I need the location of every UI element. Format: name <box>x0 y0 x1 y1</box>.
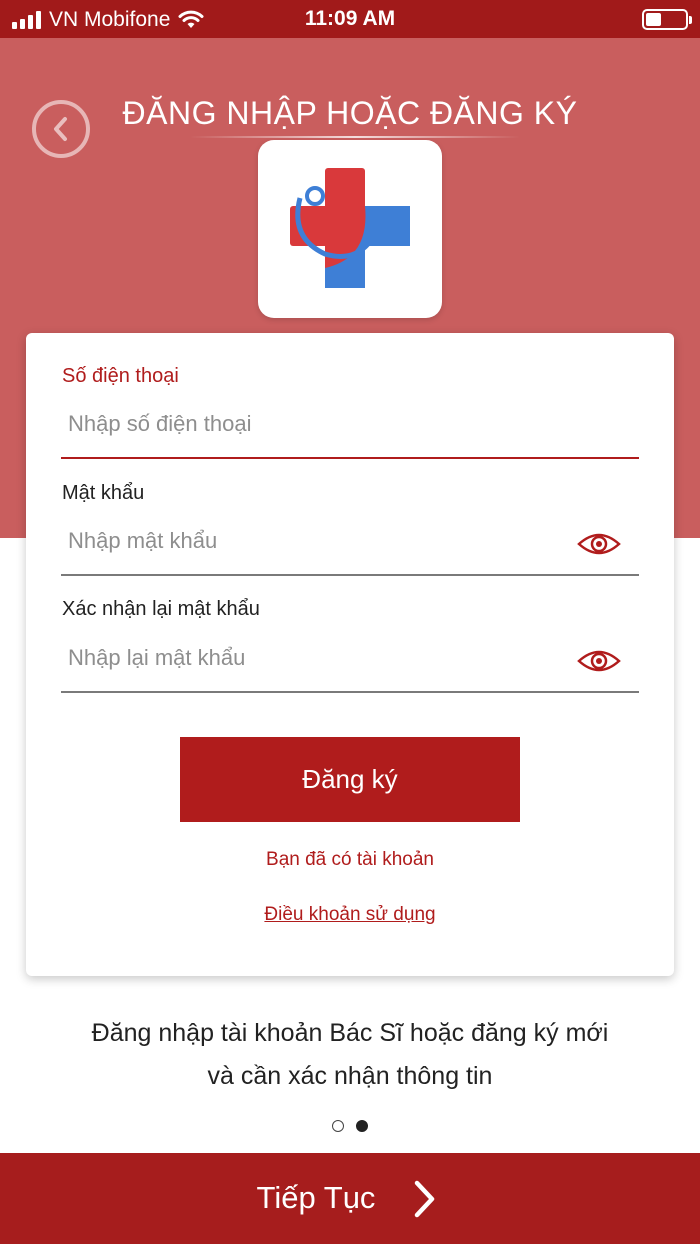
phone-input[interactable] <box>62 401 638 447</box>
password-underline <box>61 574 639 576</box>
chevron-right-icon <box>414 1180 435 1218</box>
confirm-password-visibility-toggle[interactable] <box>576 647 622 675</box>
status-bar: VN Mobifone 11:09 AM <box>0 0 700 38</box>
description-line-1: Đăng nhập tài khoản Bác Sĩ hoặc đăng ký … <box>91 1019 609 1047</box>
page-indicator <box>332 1120 368 1132</box>
continue-label: Tiếp Tục <box>256 1180 376 1215</box>
have-account-link[interactable]: Bạn đã có tài khoản <box>26 849 674 871</box>
eye-icon <box>577 650 621 672</box>
description-line-2: và cần xác nhận thông tin <box>207 1062 493 1090</box>
register-button[interactable]: Đăng ký <box>180 737 520 822</box>
title-underline <box>190 136 520 138</box>
medical-cross-logo <box>290 168 410 288</box>
page-dot[interactable] <box>332 1120 344 1132</box>
password-input[interactable] <box>62 518 638 564</box>
battery-icon <box>642 9 692 30</box>
terms-link-container: Điều khoản sử dụng <box>26 904 674 926</box>
phone-label: Số điện thoại <box>62 365 179 387</box>
password-visibility-toggle[interactable] <box>576 530 622 558</box>
confirm-password-input[interactable] <box>62 635 638 681</box>
confirm-password-underline <box>61 691 639 693</box>
continue-button[interactable]: Tiếp Tục <box>0 1153 700 1244</box>
registration-card: Số điện thoại Mật khẩu Xác nhận lại mật … <box>26 333 674 976</box>
terms-of-use-link[interactable]: Điều khoản sử dụng <box>260 904 439 925</box>
eye-icon <box>577 533 621 555</box>
app-logo <box>258 140 442 318</box>
clock: 11:09 AM <box>304 7 396 30</box>
onboarding-description: Đăng nhập tài khoản Bác Sĩ hoặc đăng ký … <box>40 1012 660 1098</box>
page-title: ĐĂNG NHẬP HOẶC ĐĂNG KÝ <box>122 95 578 131</box>
password-label: Mật khẩu <box>62 482 145 504</box>
page-dot-active[interactable] <box>356 1120 368 1132</box>
phone-underline <box>61 457 639 459</box>
confirm-password-label: Xác nhận lại mật khẩu <box>62 598 260 620</box>
